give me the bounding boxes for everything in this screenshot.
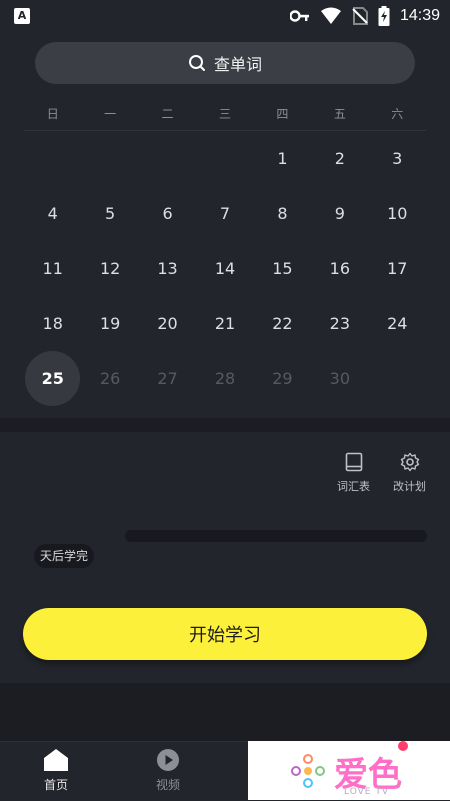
calendar-day[interactable]: 4 (24, 186, 81, 241)
search-label: 查单词 (213, 55, 262, 74)
calendar-day[interactable]: 22 (254, 296, 311, 351)
calendar-day[interactable]: 2 (311, 131, 368, 186)
calendar-day[interactable]: 17 (369, 241, 426, 296)
status-bar: A 14:39 (0, 0, 450, 32)
calendar-day[interactable]: 14 (196, 241, 253, 296)
flower-logo-icon (291, 754, 325, 788)
calendar-day-future: 27 (157, 369, 178, 388)
battery-charging-icon (378, 6, 390, 26)
calendar-day[interactable]: 23 (311, 296, 368, 351)
section-divider (0, 418, 450, 432)
vocab-list-button[interactable]: 词汇表 (337, 452, 370, 494)
start-learning-button[interactable]: 开始学习 (23, 608, 427, 660)
calendar-day[interactable]: 15 (254, 241, 311, 296)
calendar-day[interactable]: 5 (81, 186, 138, 241)
calendar-day[interactable]: 24 (369, 296, 426, 351)
calendar-day[interactable]: 20 (139, 296, 196, 351)
watermark-subtitle: LOVE TV (344, 787, 389, 797)
calendar: 日 一 二 三 四 五 六 1 2 3 4 5 6 7 8 9 10 11 12… (24, 96, 426, 406)
calendar-day (196, 131, 253, 186)
calendar-day[interactable]: 6 (139, 186, 196, 241)
wifi-icon (320, 7, 341, 24)
weekday-label: 三 (218, 106, 231, 121)
vocab-list-label: 词汇表 (337, 480, 370, 493)
watermark-logo: 爱色 LOVE TV (248, 741, 450, 800)
calendar-day-future: 26 (99, 369, 121, 388)
days-remaining-badge: 天后学完 (34, 544, 95, 568)
progress-bar (125, 530, 427, 542)
status-icons: 14:39 (289, 5, 440, 27)
calendar-day[interactable]: 8 (254, 186, 311, 241)
calendar-day[interactable]: 11 (24, 241, 81, 296)
nav-video[interactable]: 视频 (156, 748, 180, 793)
calendar-day[interactable]: 13 (139, 241, 196, 296)
calendar-day-future: 29 (272, 369, 293, 388)
gear-icon (400, 452, 419, 472)
calendar-day[interactable]: 9 (311, 186, 368, 241)
calendar-day (139, 131, 196, 186)
nav-home[interactable]: 首页 (43, 748, 69, 793)
calendar-day[interactable]: 18 (24, 296, 81, 351)
calendar-day-future: 30 (329, 369, 351, 388)
weekday-label: 一 (104, 106, 117, 121)
app-badge-icon: A (14, 8, 30, 24)
search-button[interactable]: 查单词 (35, 42, 415, 84)
calendar-day[interactable]: 3 (369, 131, 426, 186)
weekday-label: 五 (333, 106, 346, 121)
lower-band (0, 683, 450, 741)
calendar-day (24, 131, 81, 186)
calendar-day[interactable]: 19 (81, 296, 138, 351)
calendar-day[interactable]: 1 (254, 131, 311, 186)
calendar-day-future: 28 (214, 369, 236, 388)
play-icon (157, 749, 179, 771)
nav-video-label: 视频 (156, 778, 181, 792)
weekday-label: 二 (161, 106, 174, 121)
calendar-day[interactable]: 7 (196, 186, 253, 241)
weekday-label: 四 (276, 106, 289, 121)
no-sim-icon (352, 7, 368, 25)
calendar-day[interactable]: 10 (369, 186, 426, 241)
status-time: 14:39 (399, 7, 440, 24)
calendar-day (369, 351, 426, 406)
change-plan-button[interactable]: 改计划 (393, 452, 426, 494)
calendar-day[interactable]: 21 (196, 296, 253, 351)
weekday-label: 六 (391, 106, 404, 121)
weekday-label: 日 (46, 106, 59, 121)
calendar-day-today[interactable]: 25 (24, 351, 81, 406)
calendar-day[interactable]: 16 (311, 241, 368, 296)
key-icon (289, 10, 309, 22)
home-icon (44, 749, 68, 771)
weekday-header: 日 一 二 三 四 五 六 (24, 96, 426, 131)
today-marker: 25 (25, 351, 81, 406)
notification-dot (398, 741, 408, 751)
calendar-grid: 1 2 3 4 5 6 7 8 9 10 11 12 13 14 15 16 1… (24, 131, 426, 406)
calendar-day[interactable]: 12 (81, 241, 138, 296)
book-icon (345, 452, 362, 472)
calendar-day (81, 131, 138, 186)
search-icon (188, 55, 205, 71)
nav-home-label: 首页 (43, 778, 68, 792)
change-plan-label: 改计划 (393, 480, 426, 493)
